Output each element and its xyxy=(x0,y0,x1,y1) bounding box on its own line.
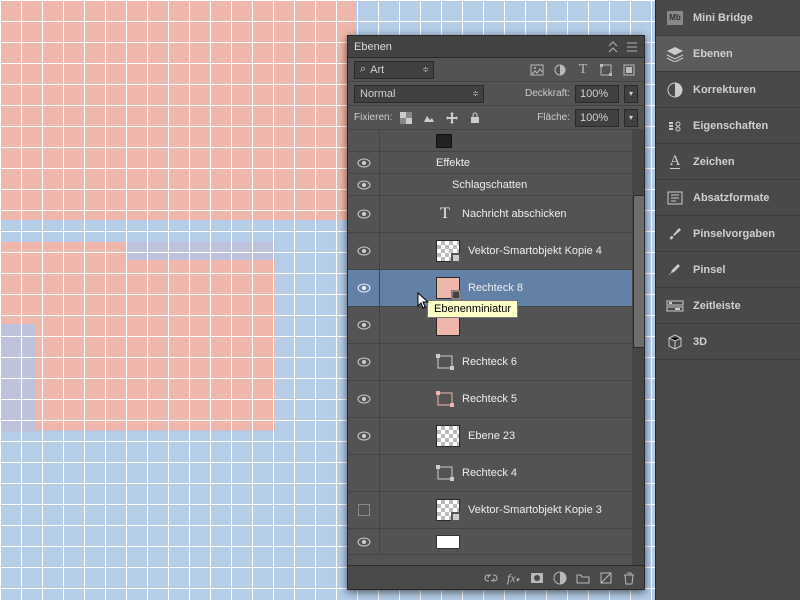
layer-thumb xyxy=(436,499,460,521)
fill-input[interactable]: 100% xyxy=(575,109,619,127)
fill-label: Fläche: xyxy=(537,112,570,123)
layer-row[interactable]: Rechteck 5 xyxy=(348,381,644,418)
sidebar-item-brush-presets[interactable]: Pinselvorgaben xyxy=(656,216,800,252)
panel-menu-icon[interactable] xyxy=(626,41,638,53)
smartobject-badge-icon xyxy=(451,253,461,263)
layer-thumb xyxy=(436,535,460,549)
visibility-icon[interactable] xyxy=(357,431,371,441)
cursor-icon xyxy=(417,292,431,310)
type-layer-icon: T xyxy=(436,205,454,223)
blend-mode-select[interactable]: Normal≑ xyxy=(354,85,484,103)
layer-thumb xyxy=(436,277,460,299)
scrollbar-thumb[interactable] xyxy=(633,195,644,347)
visibility-icon[interactable] xyxy=(357,537,371,547)
filter-smart-icon[interactable] xyxy=(620,61,638,79)
visibility-icon[interactable] xyxy=(357,394,371,404)
filter-shape-icon[interactable] xyxy=(597,61,615,79)
layer-thumb xyxy=(436,425,460,447)
lock-position-icon[interactable] xyxy=(443,111,461,125)
adjustments-icon xyxy=(666,81,684,99)
sidebar-item-character[interactable]: A Zeichen xyxy=(656,144,800,180)
layers-panel: Ebenen ⌕Art≑ T Normal≑ Deckkraft: 100% ▾… xyxy=(347,35,645,590)
layer-row-selected[interactable]: Rechteck 8 Ebenenminiatur xyxy=(348,270,644,307)
lock-pixels-icon[interactable] xyxy=(420,111,438,125)
filter-pixel-icon[interactable] xyxy=(528,61,546,79)
layer-row[interactable]: Vektor-Smartobjekt Kopie 3 xyxy=(348,492,644,529)
right-sidebar: Mb Mini Bridge Ebenen Korrekturen Eigens… xyxy=(655,0,800,600)
visibility-icon[interactable] xyxy=(357,283,371,293)
layer-thumb xyxy=(436,134,452,148)
layer-row[interactable]: T Nachricht abschicken xyxy=(348,196,644,233)
layer-row[interactable] xyxy=(348,529,644,555)
properties-icon xyxy=(666,117,684,135)
sidebar-item-timeline[interactable]: Zeitleiste xyxy=(656,288,800,324)
shape-layer-icon xyxy=(436,390,454,408)
timeline-icon xyxy=(666,297,684,315)
lock-transparency-icon[interactable] xyxy=(397,111,415,125)
layer-row[interactable]: Rechteck 6 xyxy=(348,344,644,381)
sidebar-item-layers[interactable]: Ebenen xyxy=(656,36,800,72)
group-icon[interactable] xyxy=(576,571,590,585)
panel-title: Ebenen xyxy=(354,41,602,53)
shape-layer-icon xyxy=(436,353,454,371)
tooltip: Ebenenminiatur xyxy=(427,300,518,318)
layers-scrollbar[interactable] xyxy=(632,130,644,565)
character-icon: A xyxy=(666,153,684,171)
layer-list: Effekte Schlagschatten T Nachricht absch… xyxy=(348,130,644,565)
fill-dropdown[interactable]: ▾ xyxy=(624,109,638,127)
visibility-icon[interactable] xyxy=(357,320,371,330)
visibility-icon[interactable] xyxy=(357,357,371,367)
lock-all-icon[interactable] xyxy=(466,111,484,125)
layer-thumb xyxy=(436,240,460,262)
fx-icon[interactable]: fx▾ xyxy=(507,571,521,585)
visibility-icon[interactable] xyxy=(357,209,371,219)
visibility-icon[interactable] xyxy=(357,158,371,168)
layer-row[interactable]: Rechteck 4 xyxy=(348,455,644,492)
sidebar-item-properties[interactable]: Eigenschaften xyxy=(656,108,800,144)
sidebar-item-3d[interactable]: 3D xyxy=(656,324,800,360)
trash-icon[interactable] xyxy=(622,571,636,585)
layer-fx-item[interactable]: Schlagschatten xyxy=(348,174,644,196)
minibridge-icon: Mb xyxy=(666,9,684,27)
layers-icon xyxy=(666,45,684,63)
filter-type-text-icon[interactable]: T xyxy=(574,61,592,79)
filter-type-select[interactable]: ⌕Art≑ xyxy=(354,61,434,79)
smartobject-badge-icon xyxy=(451,512,461,522)
visibility-off-icon[interactable] xyxy=(358,504,370,516)
opacity-input[interactable]: 100% xyxy=(575,85,619,103)
shape-badge-icon xyxy=(451,290,461,300)
panel-collapse-icon[interactable] xyxy=(608,41,620,53)
link-icon[interactable] xyxy=(484,571,498,585)
brush-icon xyxy=(666,261,684,279)
sidebar-item-paragraph-styles[interactable]: Absatzformate xyxy=(656,180,800,216)
new-layer-icon[interactable] xyxy=(599,571,613,585)
layer-row[interactable]: Vektor-Smartobjekt Kopie 4 xyxy=(348,233,644,270)
opacity-dropdown[interactable]: ▾ xyxy=(624,85,638,103)
layer-row[interactable]: Ebene 23 xyxy=(348,418,644,455)
visibility-icon[interactable] xyxy=(357,180,371,190)
opacity-label: Deckkraft: xyxy=(525,88,570,99)
layers-footer: fx▾ xyxy=(348,565,644,589)
visibility-icon[interactable] xyxy=(357,246,371,256)
layer-row-partial[interactable] xyxy=(348,130,644,152)
cube-3d-icon xyxy=(666,333,684,351)
paragraph-styles-icon xyxy=(666,189,684,207)
layer-fx-title[interactable]: Effekte xyxy=(348,152,644,174)
sidebar-item-brush[interactable]: Pinsel xyxy=(656,252,800,288)
mask-icon[interactable] xyxy=(530,571,544,585)
adjustment-icon[interactable] xyxy=(553,571,567,585)
lock-label: Fixieren: xyxy=(354,112,392,123)
brush-presets-icon xyxy=(666,225,684,243)
sidebar-item-minibridge[interactable]: Mb Mini Bridge xyxy=(656,0,800,36)
filter-adjust-icon[interactable] xyxy=(551,61,569,79)
panel-titlebar[interactable]: Ebenen xyxy=(348,36,644,58)
shape-layer-icon xyxy=(436,464,454,482)
sidebar-item-adjustments[interactable]: Korrekturen xyxy=(656,72,800,108)
